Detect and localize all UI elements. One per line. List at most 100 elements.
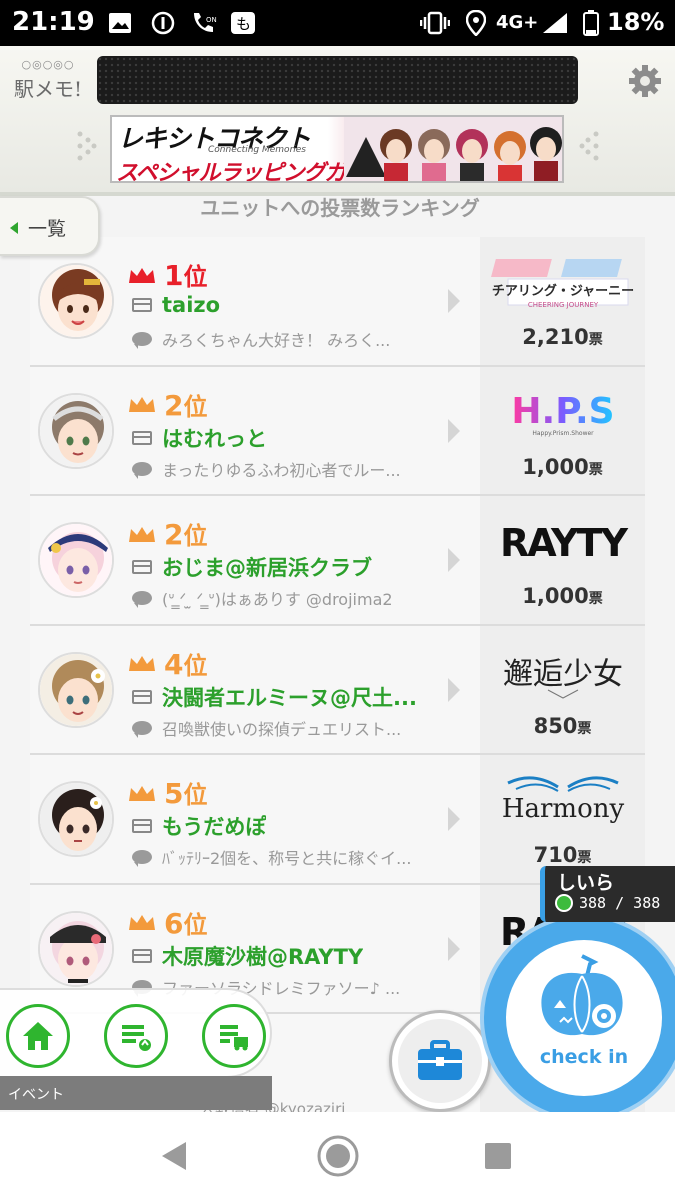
vote-count: 850票 — [533, 713, 592, 738]
user-name[interactable]: 木原魔沙樹@RAYTY — [162, 941, 363, 971]
home-button[interactable] — [6, 1004, 70, 1068]
unit-cell[interactable]: RAYTY 1,000票 — [480, 496, 645, 624]
banner-subtitle: Connecting Memories — [208, 145, 306, 155]
chevron-left-icon — [10, 222, 18, 234]
unit-logo-rayty: RAYTY — [488, 510, 638, 574]
chevron-right-icon — [448, 548, 460, 572]
user-name[interactable]: はむれっと — [162, 423, 267, 453]
recents-icon[interactable] — [484, 1142, 512, 1170]
rank-number: 1位 — [164, 259, 208, 292]
user-name-line: 決闘者エルミーヌ@尺土... — [132, 682, 452, 712]
gear-icon[interactable] — [628, 64, 662, 98]
section-title: ユニットへの投票数ランキング — [200, 196, 480, 220]
card-icon — [132, 560, 152, 574]
user-panel-name: しいら — [557, 872, 615, 894]
user-name[interactable]: もうだめぽ — [162, 811, 266, 841]
rank-number: 2位 — [164, 388, 208, 422]
rank-label: 5位 — [128, 775, 207, 810]
comment-line: みろくちゃん大好き！ みろく... — [132, 327, 452, 351]
user-name[interactable]: 決闘者エルミーヌ@尺土... — [162, 682, 417, 712]
pumpkin-station-icon — [541, 954, 623, 1036]
event-bar[interactable]: イベント — [0, 1076, 272, 1110]
rank-label: 2位 — [128, 516, 207, 551]
check-in-button[interactable]: check in — [484, 918, 675, 1118]
app-notification-icon: も — [230, 10, 256, 36]
vpn-icon — [150, 10, 176, 36]
delivery-button[interactable] — [202, 1004, 266, 1068]
user-comment: みろくちゃん大好き！ みろく... — [162, 331, 391, 350]
rank-number: 4位 — [164, 647, 208, 681]
chevron-right-icon — [448, 807, 460, 831]
rank-label: 1位 — [128, 257, 207, 292]
crown-icon — [129, 656, 155, 671]
back-label: 一覧 — [28, 218, 67, 240]
news-ticker[interactable] — [97, 56, 578, 104]
clock: 21:19 — [12, 7, 95, 37]
svg-text:ON: ON — [206, 16, 217, 24]
crown-icon — [129, 785, 155, 801]
chevron-right-icon — [448, 677, 460, 702]
user-avatar[interactable] — [38, 522, 114, 598]
user-avatar[interactable] — [38, 651, 114, 728]
unit-logo-cheering-journey: チアリング・ジャーニー CHEERING JOURNEY — [488, 251, 638, 315]
rank-number: 6位 — [164, 906, 208, 940]
back-icon[interactable] — [158, 1140, 190, 1172]
back-to-list-button[interactable]: 一覧 — [0, 196, 100, 256]
rank-label: 6位 — [128, 905, 207, 940]
user-panel[interactable]: しいら 388 / 388 — [540, 866, 675, 922]
rank-number: 2位 — [164, 518, 208, 551]
comment-line: 召喚獣使いの探偵デュエリスト... — [132, 716, 452, 740]
unit-logo-text: H.P.S — [511, 391, 614, 432]
user-avatar[interactable] — [38, 263, 114, 339]
unit-logo-hps: H.P.S Happy.Prism.Shower — [488, 381, 638, 445]
user-name[interactable]: taizo — [162, 293, 220, 317]
unit-cell[interactable]: Harmony 710票 — [480, 755, 645, 883]
card-icon — [132, 689, 152, 704]
vote-count: 2,210票 — [522, 325, 603, 349]
user-avatar[interactable] — [38, 910, 114, 987]
event-label: イベント — [8, 1087, 64, 1103]
crown-icon — [129, 915, 155, 930]
comment-line: ﾊﾞｯﾃﾘｰ2個を、称号と共に稼ぐイ... — [132, 845, 452, 869]
ranking-row[interactable]: 2位 おじま@新居浜クラブ (ᐡ ̳ᐟ ̫ ᐟ ̳ᐡ)はぁありす @drojim… — [30, 496, 645, 626]
comment-icon — [132, 591, 152, 608]
rank-label: 2位 — [128, 387, 207, 422]
vibrate-icon — [420, 10, 450, 36]
rank-number: 5位 — [164, 777, 208, 810]
user-avatar[interactable] — [38, 392, 114, 469]
user-name[interactable]: おじま@新居浜クラブ — [162, 552, 372, 582]
battery-percent: 18% — [607, 8, 665, 36]
card-icon — [132, 430, 152, 445]
comment-icon — [132, 720, 152, 738]
ranking-row[interactable]: 2位 はむれっと まったりゆるふわ初心者でルー... H.P.S Happy.P… — [30, 366, 645, 496]
ranking-row[interactable]: 4位 決闘者エルミーヌ@尺土... 召喚獣使いの探偵デュエリスト... 邂逅少女… — [30, 625, 645, 755]
unit-cell[interactable]: 邂逅少女 850票 — [480, 625, 645, 753]
bag-button[interactable] — [389, 1010, 491, 1112]
card-icon — [132, 948, 152, 963]
app-logo[interactable]: ○◎○◎○ 駅メモ! — [8, 58, 88, 128]
user-name-line: もうだめぽ — [132, 811, 452, 841]
unit-logo-subtext: CHEERING JOURNEY — [528, 301, 599, 309]
user-name-line: 木原魔沙樹@RAYTY — [132, 941, 452, 971]
comment-line: まったりゆるふわ初心者でルー... — [132, 457, 452, 481]
unit-logo-text: RAYTY — [500, 521, 628, 565]
user-name-line: taizo — [132, 293, 452, 317]
home-circle-icon[interactable] — [316, 1134, 360, 1178]
unit-cell[interactable]: H.P.S Happy.Prism.Shower 1,000票 — [480, 366, 645, 494]
card-icon — [132, 819, 152, 833]
logo-dots: ○◎○◎○ — [21, 58, 75, 71]
ranking-button[interactable] — [104, 1004, 168, 1068]
user-avatar[interactable] — [38, 781, 114, 857]
gacha-banner[interactable]: レキシトコネクト Connecting Memories スペシャルラッピングガ… — [110, 115, 564, 183]
app-header: ○◎○◎○ 駅メモ! レキシトコネクト Connecting Memories … — [0, 46, 675, 196]
unit-logo-kaikou-shoujo: 邂逅少女 — [488, 640, 638, 704]
comment-icon — [132, 850, 152, 867]
unit-logo-subtext: Happy.Prism.Shower — [532, 430, 594, 437]
system-nav-bar — [0, 1112, 675, 1200]
ranking-row[interactable]: 1位 taizo みろくちゃん大好き！ みろく... チアリング・ジャーニー C… — [30, 237, 645, 367]
unit-cell[interactable]: チアリング・ジャーニー CHEERING JOURNEY 2,210票 — [480, 237, 645, 365]
chevron-right-icon — [448, 418, 460, 443]
vote-count: 710票 — [533, 843, 592, 867]
user-comment: まったりゆるふわ初心者でルー... — [162, 460, 401, 480]
card-icon — [132, 298, 152, 312]
